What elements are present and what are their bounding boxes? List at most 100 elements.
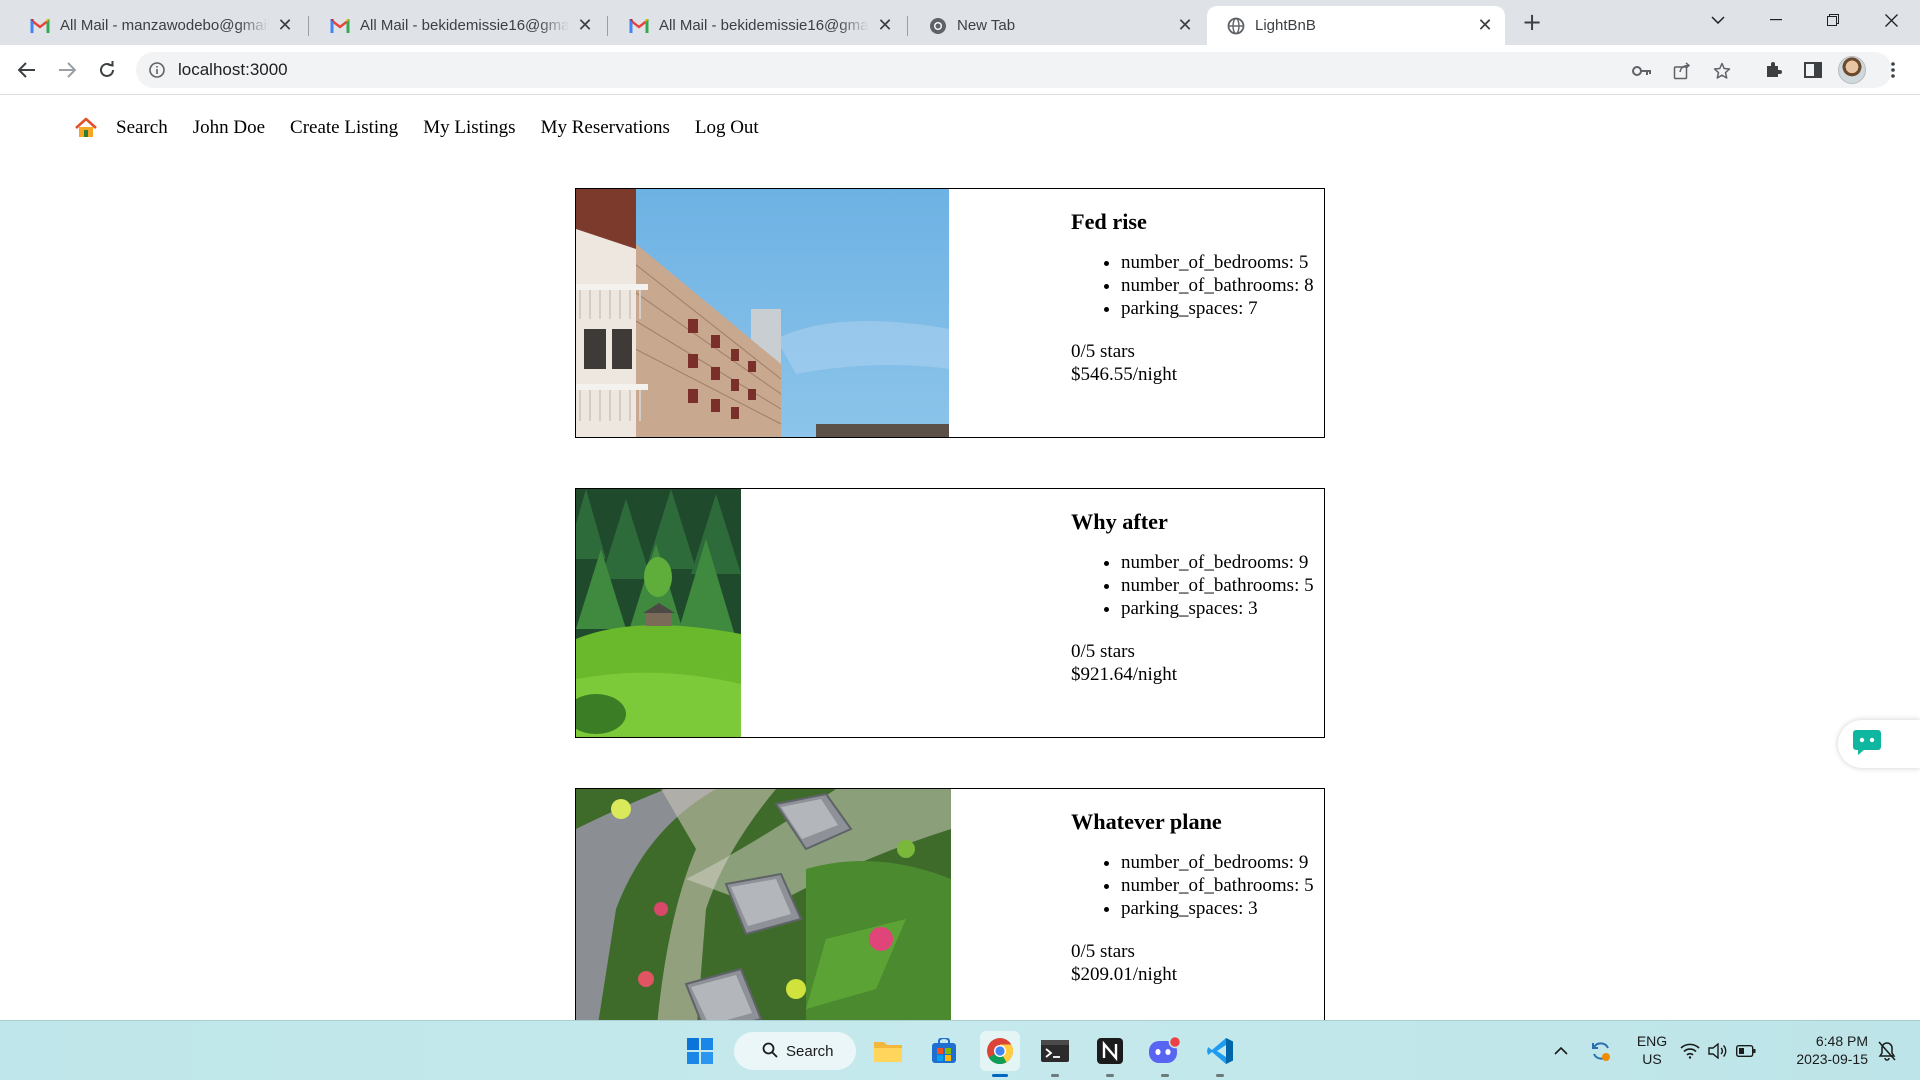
taskbar-search-label: Search [786, 1042, 834, 1060]
back-button[interactable] [11, 54, 43, 86]
feature-bedrooms: number_of_bedrooms: 5 [1121, 251, 1331, 274]
side-panel-icon[interactable] [1797, 54, 1829, 86]
home-icon[interactable] [74, 116, 98, 140]
reload-button[interactable] [91, 54, 123, 86]
globe-icon [1227, 17, 1245, 35]
close-tab-icon[interactable]: ✕ [1475, 15, 1495, 36]
tab-lightbnb[interactable]: LightBnB ✕ [1207, 6, 1505, 45]
wifi-icon[interactable] [1677, 1031, 1703, 1071]
listing-details: Whatever plane number_of_bedrooms: 9 num… [1071, 809, 1331, 986]
nav-search[interactable]: Search [116, 117, 168, 139]
close-tab-icon[interactable]: ✕ [875, 15, 895, 36]
nav-log-out[interactable]: Log Out [695, 117, 759, 139]
feature-bathrooms: number_of_bathrooms: 5 [1121, 874, 1331, 897]
browser-toolbar: localhost:3000 [0, 45, 1920, 95]
chrome-taskbar-icon[interactable] [980, 1031, 1020, 1077]
feature-bedrooms: number_of_bedrooms: 9 [1121, 551, 1331, 574]
language-code: ENG [1636, 1033, 1668, 1049]
chrome-icon [929, 17, 947, 35]
profile-avatar[interactable] [1838, 56, 1866, 84]
feature-parking: parking_spaces: 3 [1121, 897, 1331, 920]
listing-details: Why after number_of_bedrooms: 9 number_o… [1071, 509, 1331, 686]
vscode-icon[interactable] [1200, 1031, 1240, 1077]
taskbar-search[interactable]: Search [734, 1032, 856, 1070]
listing-price: $921.64/night [1071, 664, 1178, 685]
listing-card[interactable]: Whatever plane number_of_bedrooms: 9 num… [575, 788, 1325, 1020]
feature-parking: parking_spaces: 7 [1121, 297, 1331, 320]
nav-user-name[interactable]: John Doe [193, 117, 265, 139]
notion-icon[interactable] [1090, 1031, 1130, 1077]
close-tab-icon[interactable]: ✕ [275, 15, 295, 36]
tab-separator [607, 16, 608, 36]
listing-price: $209.01/night [1071, 964, 1178, 985]
search-icon [762, 1042, 778, 1062]
listing-details: Fed rise number_of_bedrooms: 5 number_of… [1071, 209, 1331, 386]
feature-parking: parking_spaces: 3 [1121, 597, 1331, 620]
battery-icon[interactable] [1733, 1031, 1759, 1071]
close-window-button[interactable] [1868, 0, 1914, 40]
clock[interactable]: 6:48 PM 2023-09-15 [1778, 1032, 1868, 1068]
feature-bathrooms: number_of_bathrooms: 8 [1121, 274, 1331, 297]
feature-bathrooms: number_of_bathrooms: 5 [1121, 574, 1331, 597]
minimize-button[interactable] [1753, 0, 1799, 40]
close-tab-icon[interactable]: ✕ [1175, 15, 1195, 36]
listing-card[interactable]: Fed rise number_of_bedrooms: 5 number_of… [575, 188, 1325, 438]
chat-widget-button[interactable] [1838, 720, 1920, 768]
clock-time: 6:48 PM [1815, 1033, 1868, 1049]
input-language[interactable]: ENG US [1632, 1032, 1672, 1068]
tab-gmail-1[interactable]: All Mail - manzawodebo@gmail.com ✕ [10, 6, 305, 45]
listing-price: $546.55/night [1071, 364, 1178, 385]
main-nav: Search John Doe Create Listing My Listin… [74, 116, 784, 140]
microsoft-store-icon[interactable] [924, 1031, 964, 1071]
discord-icon[interactable] [1145, 1031, 1185, 1077]
page-content: Search John Doe Create Listing My Listin… [0, 96, 1920, 1020]
listing-rating: 0/5 stars [1071, 641, 1135, 662]
gmail-icon [330, 18, 350, 33]
bookmark-star-icon[interactable] [1708, 61, 1736, 81]
aerial-houses-photo [576, 789, 951, 1020]
tab-strip: All Mail - manzawodebo@gmail.com ✕ All M… [0, 0, 1920, 45]
show-hidden-icons-chevron[interactable] [1541, 1031, 1581, 1071]
tab-separator [308, 16, 309, 36]
notification-bell-icon[interactable] [1872, 1031, 1902, 1071]
sync-icon[interactable] [1581, 1031, 1621, 1071]
running-indicator [1216, 1074, 1224, 1077]
terminal-icon[interactable] [1035, 1031, 1075, 1077]
running-indicator [1161, 1074, 1169, 1077]
tab-title: New Tab [957, 17, 1016, 34]
gmail-icon [629, 18, 649, 33]
tab-search-chevron-icon[interactable] [1695, 0, 1741, 40]
share-icon[interactable] [1668, 61, 1696, 81]
close-tab-icon[interactable]: ✕ [575, 15, 595, 36]
active-indicator [992, 1074, 1008, 1077]
nav-my-listings[interactable]: My Listings [423, 117, 515, 139]
forest-cabin-photo [576, 489, 741, 737]
restore-button[interactable] [1810, 0, 1856, 40]
extensions-icon[interactable] [1757, 54, 1789, 86]
new-tab-button[interactable]: + [1518, 8, 1546, 36]
tab-title: All Mail - bekidemissie16@gmail.com [659, 17, 869, 34]
gmail-icon [30, 18, 50, 33]
running-indicator [1106, 1074, 1114, 1077]
site-info-icon[interactable] [148, 61, 166, 83]
building-photo [576, 189, 949, 437]
nav-my-reservations[interactable]: My Reservations [541, 117, 670, 139]
listing-card[interactable]: Why after number_of_bedrooms: 9 number_o… [575, 488, 1325, 738]
listing-features: number_of_bedrooms: 9 number_of_bathroom… [1121, 551, 1331, 620]
volume-icon[interactable] [1705, 1031, 1731, 1071]
tab-new-tab[interactable]: New Tab ✕ [909, 6, 1205, 45]
address-bar[interactable]: localhost:3000 [136, 52, 1892, 88]
listing-features: number_of_bedrooms: 9 number_of_bathroom… [1121, 851, 1331, 920]
windows-taskbar: Search ENG US 6:48 PM 2023-09-15 [0, 1020, 1920, 1080]
file-explorer-icon[interactable] [868, 1031, 908, 1071]
tab-gmail-2[interactable]: All Mail - bekidemissie16@gmail.com ✕ [310, 6, 605, 45]
nav-create-listing[interactable]: Create Listing [290, 117, 398, 139]
windows-start-icon[interactable] [680, 1031, 720, 1071]
tab-gmail-3[interactable]: All Mail - bekidemissie16@gmail.com ✕ [609, 6, 905, 45]
menu-kebab-icon[interactable] [1877, 54, 1909, 86]
listing-features: number_of_bedrooms: 5 number_of_bathroom… [1121, 251, 1331, 320]
key-icon[interactable] [1628, 61, 1656, 81]
tab-title: LightBnB [1255, 17, 1316, 34]
forward-button[interactable] [51, 54, 83, 86]
url-text: localhost:3000 [178, 60, 288, 79]
